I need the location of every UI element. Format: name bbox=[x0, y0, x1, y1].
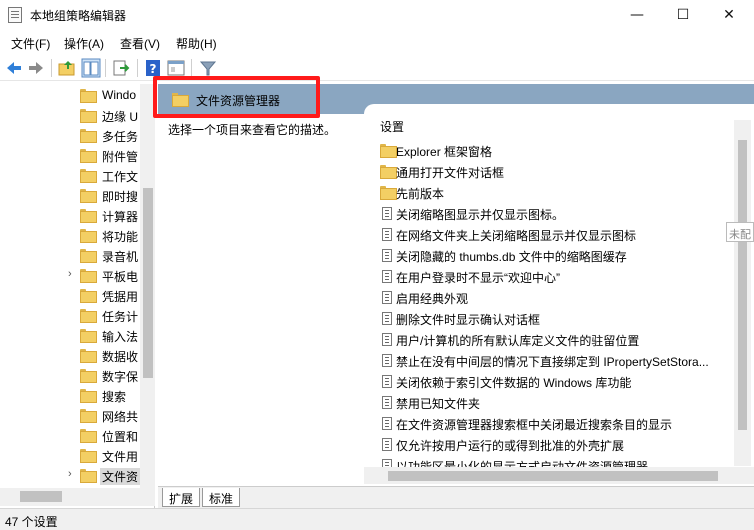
status-bar: 47 个设置 bbox=[0, 508, 754, 530]
list-item[interactable]: 启用经典外观 bbox=[380, 287, 720, 308]
list-item[interactable]: 关闭依赖于索引文件数据的 Windows 库功能 bbox=[380, 371, 720, 392]
list-item[interactable]: 关闭隐藏的 thumbs.db 文件中的缩略图缓存 bbox=[380, 245, 720, 266]
folder-icon bbox=[80, 109, 97, 123]
policy-editor-app-icon bbox=[8, 7, 22, 23]
folder-icon bbox=[80, 229, 97, 243]
folder-icon bbox=[80, 129, 97, 143]
policy-setting-icon bbox=[382, 249, 392, 262]
expand-chevron-icon[interactable]: › bbox=[68, 468, 72, 480]
filter-icon[interactable] bbox=[198, 58, 218, 78]
folder-icon bbox=[80, 209, 97, 223]
policy-setting-icon bbox=[382, 312, 392, 325]
folder-icon bbox=[80, 149, 97, 163]
toolbar-separator bbox=[105, 59, 106, 77]
list-item[interactable]: 删除文件时显示确认对话框 bbox=[380, 308, 720, 329]
folder-icon bbox=[80, 389, 97, 403]
list-item[interactable]: 在网络文件夹上关闭缩略图显示并仅显示图标 bbox=[380, 224, 720, 245]
back-arrow-icon[interactable] bbox=[4, 58, 24, 78]
folder-icon bbox=[80, 449, 97, 463]
list-item[interactable]: 禁止在没有中间层的情况下直接绑定到 IPropertySetStora... bbox=[380, 350, 720, 371]
forward-arrow-icon[interactable] bbox=[26, 58, 46, 78]
close-button[interactable]: ✕ bbox=[706, 0, 752, 31]
folder-icon bbox=[80, 289, 97, 303]
minimize-button[interactable]: — bbox=[614, 0, 660, 31]
folder-icon bbox=[80, 189, 97, 203]
toolbar-separator bbox=[137, 59, 138, 77]
list-item[interactable]: 仅允许按用户运行的或得到批准的外壳扩展 bbox=[380, 434, 720, 455]
list-item[interactable]: Explorer 框架窗格 bbox=[380, 140, 720, 161]
folder-icon bbox=[80, 409, 97, 423]
policy-setting-icon bbox=[382, 354, 392, 367]
policy-setting-icon bbox=[382, 207, 392, 220]
tree-pane[interactable]: Windo 边缘 U 多任务 附件管 工作文 即时搜 计算器 将功能 录音机 ›… bbox=[0, 84, 155, 508]
list-item[interactable]: 通用打开文件对话框 bbox=[380, 161, 720, 182]
tab-extended[interactable]: 扩展 bbox=[162, 488, 201, 507]
folder-icon bbox=[80, 249, 97, 263]
list-scroll-thumb[interactable] bbox=[738, 140, 747, 430]
title-bar: 本地组策略编辑器 — ☐ ✕ bbox=[0, 0, 754, 31]
toolbar-separator bbox=[191, 59, 192, 77]
view-tabs: 扩展 标准 bbox=[158, 486, 754, 508]
svg-text:?: ? bbox=[150, 62, 157, 76]
folder-icon bbox=[380, 165, 397, 179]
folder-icon bbox=[380, 186, 397, 200]
tree-scroll-thumb[interactable] bbox=[143, 188, 153, 378]
folder-icon bbox=[80, 329, 97, 343]
folder-icon bbox=[80, 309, 97, 323]
toolbar: ? bbox=[0, 55, 754, 81]
folder-icon bbox=[80, 369, 97, 383]
policy-setting-icon bbox=[382, 396, 392, 409]
expand-chevron-icon[interactable]: › bbox=[68, 268, 72, 280]
policy-setting-icon bbox=[382, 417, 392, 430]
list-hscroll-thumb[interactable] bbox=[388, 471, 718, 481]
folder-icon bbox=[80, 349, 97, 363]
list-item[interactable]: 禁用已知文件夹 bbox=[380, 392, 720, 413]
list-item[interactable]: 先前版本 bbox=[380, 182, 720, 203]
policy-setting-icon bbox=[382, 228, 392, 241]
folder-icon bbox=[80, 429, 97, 443]
settings-list[interactable]: 设置 Explorer 框架窗格 通用打开文件对话框 先前版本 关闭缩略图显示并… bbox=[364, 104, 754, 486]
policy-setting-icon bbox=[382, 438, 392, 451]
policy-setting-icon bbox=[382, 291, 392, 304]
menu-view[interactable]: 查看(V) bbox=[120, 35, 160, 52]
list-item[interactable]: 关闭缩略图显示并仅显示图标。 bbox=[380, 203, 720, 224]
menu-bar: 文件(F) 操作(A) 查看(V) 帮助(H) bbox=[0, 31, 754, 55]
folder-icon bbox=[380, 144, 397, 158]
description-text: 选择一个项目来查看它的描述。 bbox=[168, 123, 337, 137]
list-item[interactable]: 在用户登录时不显示“欢迎中心” bbox=[380, 266, 720, 287]
policy-setting-icon bbox=[382, 333, 392, 346]
folder-icon bbox=[80, 269, 97, 283]
folder-up-icon[interactable] bbox=[57, 58, 77, 78]
help-icon[interactable]: ? bbox=[143, 58, 163, 78]
menu-file[interactable]: 文件(F) bbox=[11, 35, 50, 52]
tree-hscroll-thumb[interactable] bbox=[20, 491, 62, 502]
list-item[interactable]: 用户/计算机的所有默认库定义文件的驻留位置 bbox=[380, 329, 720, 350]
folder-icon bbox=[80, 469, 97, 483]
folder-icon bbox=[80, 89, 97, 103]
settings-column-header[interactable]: 设置 bbox=[380, 118, 404, 135]
details-pane: 文件资源管理器 选择一个项目来查看它的描述。 设置 Explorer 框架窗格 … bbox=[158, 84, 754, 508]
policy-setting-icon bbox=[382, 375, 392, 388]
window-title: 本地组策略编辑器 bbox=[30, 9, 127, 23]
list-item[interactable]: 在文件资源管理器搜索框中关闭最近搜索条目的显示 bbox=[380, 413, 720, 434]
status-count: 47 个设置 bbox=[5, 515, 58, 529]
maximize-button[interactable]: ☐ bbox=[660, 0, 706, 31]
menu-action[interactable]: 操作(A) bbox=[64, 35, 104, 52]
show-tree-icon[interactable] bbox=[81, 58, 101, 78]
toolbar-separator bbox=[51, 59, 52, 77]
folder-icon bbox=[80, 169, 97, 183]
policy-setting-icon bbox=[382, 270, 392, 283]
menu-help[interactable]: 帮助(H) bbox=[176, 35, 217, 52]
state-column-tooltip: 未配 bbox=[726, 222, 754, 242]
highlight-annotation-box bbox=[153, 76, 320, 118]
tab-standard[interactable]: 标准 bbox=[202, 488, 241, 507]
properties-icon[interactable] bbox=[166, 58, 186, 78]
export-icon[interactable] bbox=[111, 58, 131, 78]
